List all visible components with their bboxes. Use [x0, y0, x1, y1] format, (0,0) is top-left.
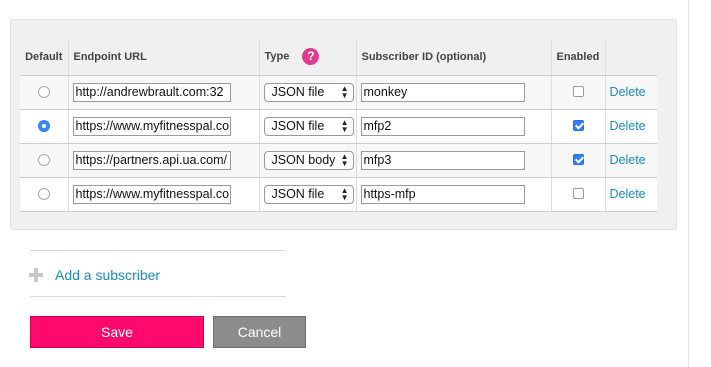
- enabled-cell: [550, 143, 605, 178]
- enabled-checkbox[interactable]: [572, 154, 584, 166]
- type-select-value: JSON file: [271, 84, 325, 99]
- delete-link[interactable]: Delete: [610, 153, 646, 167]
- actions-cell: Delete: [604, 75, 657, 110]
- table-row: https://www.myfitnesspal.co JSON file ▲ ▼ mf…: [20, 109, 657, 144]
- enabled-checkbox[interactable]: [572, 188, 584, 200]
- default-radio[interactable]: [37, 119, 50, 132]
- select-arrows-icon: ▲ ▼: [340, 83, 349, 100]
- header-endpoint-url: Endpoint URL: [67, 39, 259, 76]
- enabled-cell: [550, 109, 605, 144]
- actions-cell: Delete: [604, 177, 657, 212]
- type-select[interactable]: JSON body ▲ ▼: [263, 150, 354, 170]
- endpoint-url-input[interactable]: http://andrewbrault.com:32: [72, 82, 231, 102]
- subscriber-id-input[interactable]: monkey: [360, 82, 525, 102]
- header-actions: [604, 39, 657, 76]
- endpoint-url-input[interactable]: https://www.myfitnesspal.co: [72, 184, 231, 204]
- actions-cell: Delete: [604, 143, 657, 178]
- table-row: https://partners.api.ua.com/JSON body ▲ ▼ m…: [20, 143, 657, 178]
- plus-icon: [29, 268, 43, 282]
- header-enabled: Enabled: [550, 39, 605, 76]
- help-icon[interactable]: ?: [302, 48, 320, 66]
- subscriber-id-cell: https-mfp: [355, 177, 551, 212]
- subscriber-id-input[interactable]: mfp2: [360, 116, 525, 136]
- subscriber-id-cell: monkey: [355, 75, 551, 110]
- subscriber-id-cell: mfp2: [355, 109, 551, 144]
- default-cell: [20, 177, 68, 212]
- default-cell: [20, 143, 68, 178]
- type-select[interactable]: JSON file ▲ ▼: [263, 82, 354, 102]
- subscriber-id-input[interactable]: mfp3: [360, 150, 525, 170]
- cancel-button[interactable]: Cancel: [213, 316, 306, 348]
- delete-link[interactable]: Delete: [610, 119, 646, 133]
- add-subscriber-link[interactable]: Add a subscriber: [29, 266, 160, 284]
- page-right-divider: [688, 0, 689, 367]
- header-type: Type?: [258, 39, 356, 76]
- endpoint-url-input[interactable]: https://www.myfitnesspal.co: [72, 116, 231, 136]
- endpoint-url-cell: https://partners.api.ua.com/: [67, 143, 259, 178]
- header-subscriber-id: Subscriber ID (optional): [355, 39, 551, 76]
- type-select[interactable]: JSON file ▲ ▼: [263, 184, 354, 204]
- endpoint-url-input[interactable]: https://partners.api.ua.com/: [72, 150, 231, 170]
- default-radio[interactable]: [37, 187, 50, 200]
- subscribers-table: Default Endpoint URL Type? Subscriber ID…: [20, 39, 657, 212]
- add-subscriber-label: Add a subscriber: [55, 267, 161, 283]
- enabled-checkbox[interactable]: [572, 86, 584, 98]
- type-select-value: JSON body: [271, 152, 336, 167]
- divider-top: [30, 250, 286, 251]
- type-cell: JSON file ▲ ▼: [258, 109, 356, 144]
- enabled-cell: [550, 177, 605, 212]
- default-cell: [20, 75, 68, 110]
- type-cell: JSON body ▲ ▼: [258, 143, 356, 178]
- subscriber-id-cell: mfp3: [355, 143, 551, 178]
- endpoint-url-cell: http://andrewbrault.com:32: [67, 75, 259, 110]
- table-header-row: Default Endpoint URL Type? Subscriber ID…: [20, 39, 657, 76]
- enabled-cell: [550, 75, 605, 110]
- endpoint-url-cell: https://www.myfitnesspal.co: [67, 109, 259, 144]
- delete-link[interactable]: Delete: [610, 85, 646, 99]
- select-arrows-icon: ▲ ▼: [340, 185, 349, 202]
- type-select-value: JSON file: [271, 118, 325, 133]
- table-row: https://www.myfitnesspal.co JSON file ▲ ▼ ht…: [20, 177, 657, 212]
- header-default: Default: [20, 39, 68, 76]
- default-radio[interactable]: [37, 85, 50, 98]
- delete-link[interactable]: Delete: [610, 187, 646, 201]
- select-arrows-icon: ▲ ▼: [340, 117, 349, 134]
- divider-bottom: [30, 296, 286, 297]
- type-cell: JSON file ▲ ▼: [258, 75, 356, 110]
- type-cell: JSON file ▲ ▼: [258, 177, 356, 212]
- endpoint-url-cell: https://www.myfitnesspal.co: [67, 177, 259, 212]
- subscriber-id-input[interactable]: https-mfp: [360, 184, 525, 204]
- default-cell: [20, 109, 68, 144]
- type-select-value: JSON file: [271, 186, 325, 201]
- default-radio[interactable]: [37, 153, 50, 166]
- select-arrows-icon: ▲ ▼: [340, 151, 349, 168]
- type-select[interactable]: JSON file ▲ ▼: [263, 116, 354, 136]
- save-button[interactable]: Save: [30, 316, 204, 348]
- table-row: http://andrewbrault.com:32 JSON file ▲ ▼ mon…: [20, 75, 657, 110]
- actions-cell: Delete: [604, 109, 657, 144]
- enabled-checkbox[interactable]: [572, 120, 584, 132]
- header-type-label: Type: [264, 50, 290, 63]
